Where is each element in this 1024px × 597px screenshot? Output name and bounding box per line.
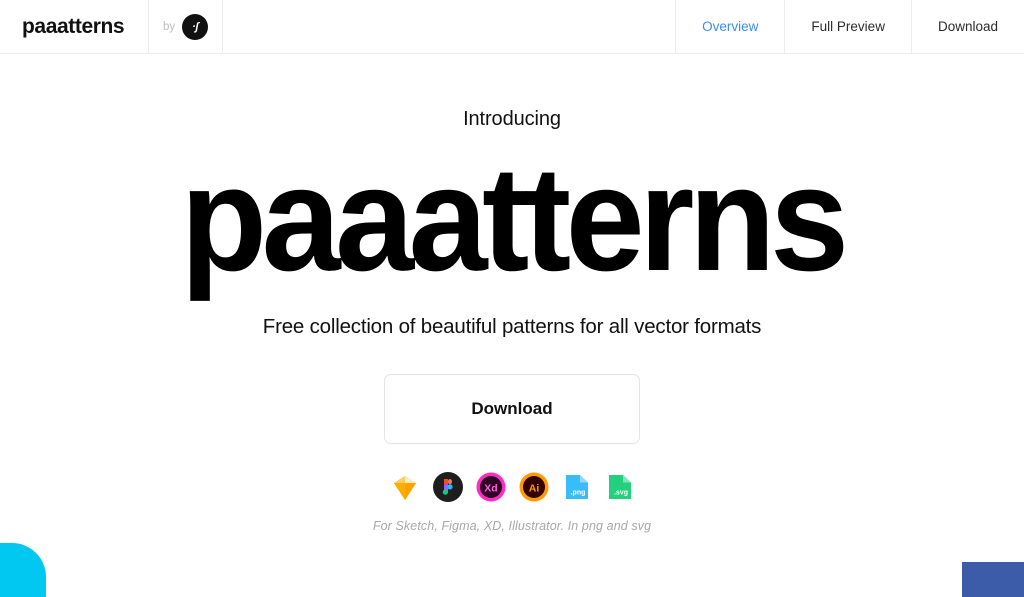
download-button-wrap: Download (0, 374, 1024, 444)
decorative-shape-cyan (0, 543, 46, 597)
svg-text:Xd: Xd (484, 482, 497, 494)
nav-item-download[interactable]: Download (910, 0, 1024, 53)
nav-item-full-preview[interactable]: Full Preview (784, 0, 911, 53)
brand-name: paaatterns (22, 14, 125, 38)
brand-block[interactable]: paaatterns (0, 0, 149, 53)
main-nav: Overview Full Preview Download (675, 0, 1024, 53)
svg-file-icon[interactable]: .svg (605, 472, 635, 502)
figma-icon[interactable] (432, 472, 463, 502)
svg-text:Ai: Ai (528, 482, 539, 494)
adobe-xd-icon[interactable]: Xd (476, 472, 506, 502)
header-spacer (223, 0, 675, 53)
hero-tagline: Free collection of beautiful patterns fo… (262, 315, 762, 338)
decorative-shape-blue (962, 562, 1024, 597)
hero-wordmark: paaatterns (180, 135, 849, 303)
landing-page: paaatterns by ·ʃ Overview Full Preview D… (0, 0, 1024, 597)
hero-section: Introducing paaatterns Free collection o… (0, 54, 1024, 533)
download-button[interactable]: Download (384, 374, 640, 444)
sketch-icon[interactable] (390, 472, 420, 502)
site-header: paaatterns by ·ʃ Overview Full Preview D… (0, 0, 1024, 54)
by-block[interactable]: by ·ʃ (149, 0, 224, 53)
format-icon-row: Xd Ai .png .svg (0, 472, 1024, 502)
adobe-illustrator-icon[interactable]: Ai (519, 472, 549, 502)
author-logo-icon: ·ʃ (182, 13, 209, 40)
png-file-icon[interactable]: .png (562, 472, 592, 502)
svg-text:.png: .png (570, 490, 585, 497)
svg-text:.svg: .svg (613, 490, 627, 497)
formats-note: For Sketch, Figma, XD, Illustrator. In p… (372, 519, 652, 533)
nav-item-overview[interactable]: Overview (675, 0, 784, 53)
hero-eyebrow: Introducing (463, 108, 561, 130)
by-label: by (163, 20, 176, 33)
